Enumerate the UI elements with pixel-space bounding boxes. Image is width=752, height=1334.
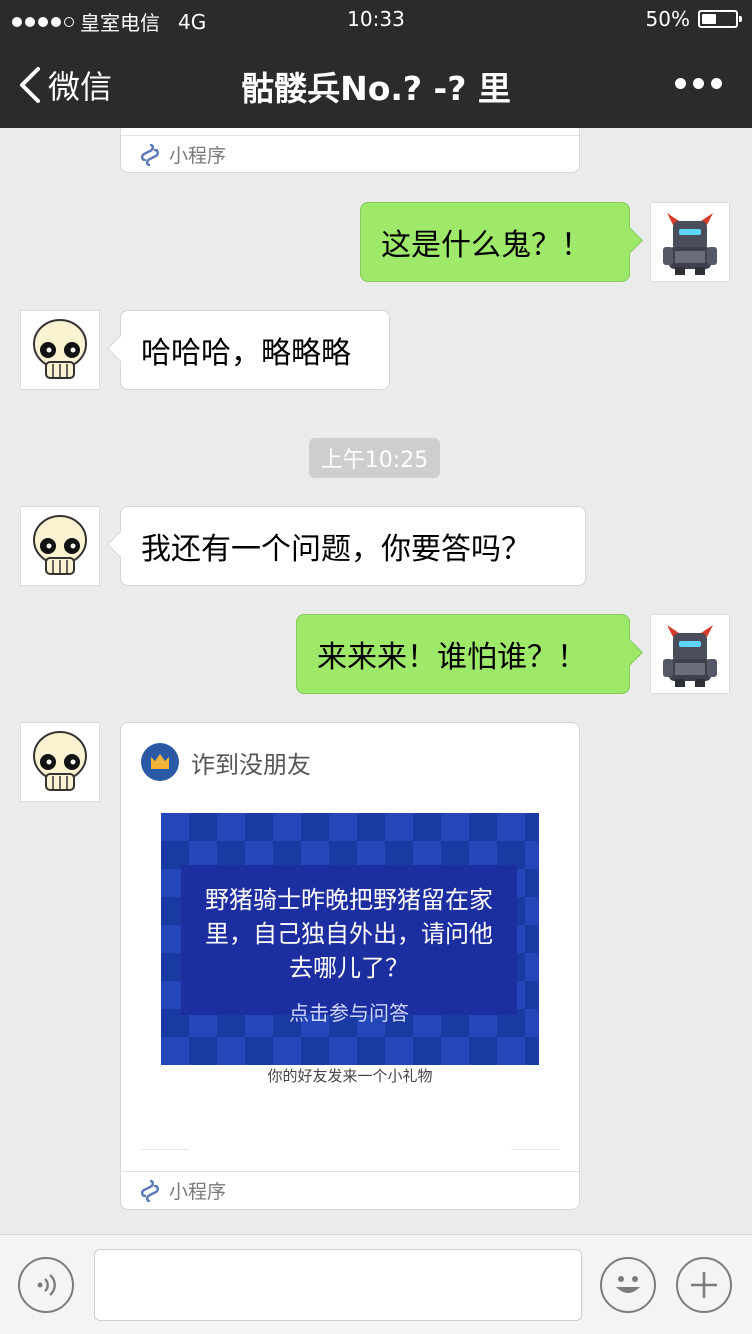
more-options-button[interactable] xyxy=(676,1257,732,1313)
contact-avatar[interactable] xyxy=(20,722,100,802)
skull-avatar-icon xyxy=(33,515,87,575)
game-logo-icon xyxy=(141,743,179,781)
divider xyxy=(141,1149,189,1150)
card-footer: 小程序 xyxy=(121,135,579,173)
message-text: 来来来！谁怕谁？！ xyxy=(317,640,587,675)
battery-percent: 50% xyxy=(645,7,690,31)
chat-title: 骷髅兵No.? -? 里 xyxy=(241,69,511,108)
my-avatar[interactable] xyxy=(650,614,730,694)
mini-program-card[interactable]: 小程序 xyxy=(120,128,580,173)
message-input[interactable] xyxy=(94,1249,582,1321)
knight-avatar-icon xyxy=(663,625,717,687)
battery-icon xyxy=(698,10,742,28)
emoji-button[interactable] xyxy=(600,1257,656,1313)
contact-avatar[interactable] xyxy=(20,310,100,390)
contact-avatar[interactable] xyxy=(20,506,100,586)
more-button[interactable] xyxy=(675,78,722,89)
message-bubble-incoming[interactable]: 我还有一个问题，你要答吗？ xyxy=(120,506,586,586)
divider xyxy=(511,1149,559,1150)
nav-bar: 微信 骷髅兵No.? -? 里 xyxy=(0,40,752,128)
voice-button[interactable] xyxy=(18,1257,74,1313)
status-right: 50% xyxy=(645,7,742,31)
card-header: 诈到没朋友 xyxy=(141,743,311,781)
my-avatar[interactable] xyxy=(650,202,730,282)
mini-program-card[interactable]: 诈到没朋友 野猪骑士昨晚把野猪留在家里，自己独自外出，请问他去哪儿了？ 点击参与… xyxy=(120,722,580,1210)
card-footer: 小程序 xyxy=(121,1171,579,1209)
more-dot-icon xyxy=(675,78,686,89)
skull-avatar-icon xyxy=(33,319,87,379)
mini-program-icon xyxy=(141,1179,159,1202)
quiz-question: 野猪骑士昨晚把野猪留在家里，自己独自外出，请问他去哪儿了？ xyxy=(205,886,493,982)
mini-program-name: 诈到没朋友 xyxy=(191,750,311,779)
message-text: 这是什么鬼？！ xyxy=(381,228,591,263)
timestamp-pill: 上午10:25 xyxy=(309,438,440,478)
quiz-box: 野猪骑士昨晚把野猪留在家里，自己独自外出，请问他去哪儿了？ 点击参与问答 xyxy=(181,865,517,1025)
smile-icon xyxy=(616,1276,640,1293)
card-footer-label: 小程序 xyxy=(169,1181,227,1203)
card-footer-label: 小程序 xyxy=(169,145,227,167)
voice-icon xyxy=(37,1274,56,1296)
mini-program-icon xyxy=(141,143,159,166)
message-bubble-outgoing[interactable]: 这是什么鬼？！ xyxy=(360,202,630,282)
message-bubble-outgoing[interactable]: 来来来！谁怕谁？！ xyxy=(296,614,630,694)
status-bar: 皇室电信 4G 10:33 50% xyxy=(0,0,752,40)
plus-icon xyxy=(691,1272,717,1298)
input-bar xyxy=(0,1234,752,1334)
message-bubble-incoming[interactable]: 哈哈哈，略略略 xyxy=(120,310,390,390)
gift-caption: 你的好友发来一个小礼物 xyxy=(267,1067,433,1085)
message-text: 我还有一个问题，你要答吗？ xyxy=(141,532,531,567)
status-time: 10:33 xyxy=(347,7,405,31)
skull-avatar-icon xyxy=(33,731,87,791)
chat-area[interactable]: 小程序 这是什么鬼？！ 哈哈哈，略略略 上午10:25 我还有一个问题，你要答吗… xyxy=(0,128,752,1234)
message-text: 哈哈哈，略略略 xyxy=(141,336,351,371)
quiz-image[interactable]: 野猪骑士昨晚把野猪留在家里，自己独自外出，请问他去哪儿了？ 点击参与问答 xyxy=(161,813,539,1065)
quiz-cta: 点击参与问答 xyxy=(289,1001,409,1025)
knight-avatar-icon xyxy=(663,213,717,275)
